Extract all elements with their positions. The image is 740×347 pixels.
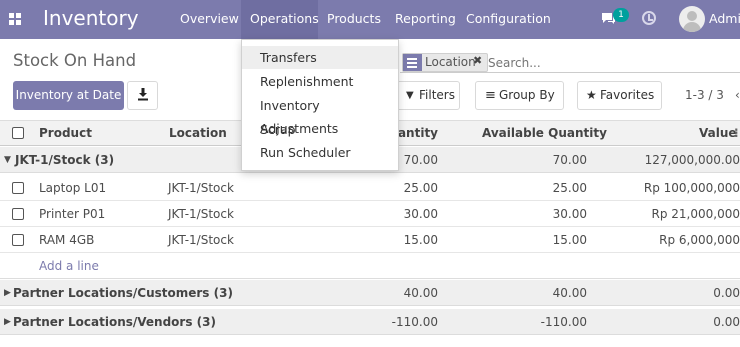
filter-icon: ▼ — [406, 90, 414, 101]
column-available-quantity[interactable]: Available Quantity — [482, 126, 607, 140]
table-row[interactable]: Printer P01 JKT-1/Stock 30.00 30.00 Rp 2… — [0, 201, 740, 227]
group-value: 0.00 — [713, 315, 740, 329]
menu-item-scrap[interactable]: Scrap — [242, 118, 398, 141]
group-row[interactable]: ▶ Partner Locations/Customers (3) 40.00 … — [0, 280, 740, 306]
download-icon — [138, 88, 148, 101]
value-amount: Rp 100,000,000 — [643, 181, 740, 195]
favorites-button[interactable]: ★ Favorites — [577, 81, 662, 110]
search-input[interactable] — [488, 54, 728, 71]
caret-right-icon: ▶ — [4, 317, 11, 327]
menu-configuration[interactable]: Configuration — [466, 0, 551, 39]
pager-prev-button[interactable]: ‹ — [735, 88, 740, 102]
app-name[interactable]: Inventory — [43, 6, 139, 30]
group-available: 70.00 — [552, 153, 587, 167]
column-options-icon[interactable]: ⁝ — [734, 126, 739, 140]
pager-value[interactable]: 1-3 / 3 — [685, 88, 724, 102]
group-quantity: 70.00 — [403, 153, 438, 167]
row-checkbox[interactable] — [12, 234, 24, 246]
apps-menu-icon[interactable] — [9, 13, 21, 25]
column-location[interactable]: Location — [169, 126, 227, 140]
menu-operations[interactable]: Operations — [241, 0, 319, 39]
value-amount: Rp 21,000,000 — [651, 207, 740, 221]
search-bar: Location ✖ — [400, 52, 740, 73]
menu-item-replenishment[interactable]: Replenishment — [242, 70, 398, 93]
menu-reporting[interactable]: Reporting — [395, 0, 456, 39]
group-value: 127,000,000.00 — [644, 153, 740, 167]
group-quantity: -110.00 — [391, 315, 438, 329]
group-quantity: 40.00 — [403, 286, 438, 300]
group-name: JKT-1/Stock (3) — [15, 153, 115, 167]
available-value: 15.00 — [552, 233, 587, 247]
filters-button[interactable]: ▼ Filters — [396, 81, 460, 110]
quantity-value: 15.00 — [403, 233, 438, 247]
group-by-facet-icon — [403, 54, 422, 71]
chat-count-badge: 1 — [613, 8, 629, 22]
row-checkbox[interactable] — [12, 208, 24, 220]
activity-clock-icon[interactable] — [642, 11, 656, 25]
operations-dropdown-menu: Transfers Replenishment Inventory Adjust… — [241, 39, 399, 171]
location-name: JKT-1/Stock — [168, 181, 234, 195]
product-name: RAM 4GB — [39, 233, 95, 247]
select-all-checkbox[interactable] — [12, 127, 24, 139]
add-line-row: Add a line — [0, 253, 740, 279]
caret-down-icon: ▼ — [4, 155, 11, 165]
download-button[interactable] — [127, 81, 158, 110]
group-name: Partner Locations/Vendors (3) — [13, 315, 216, 329]
facet-remove-icon[interactable]: ✖ — [473, 54, 482, 67]
group-name: Partner Locations/Customers (3) — [13, 286, 233, 300]
group-available: -110.00 — [540, 315, 587, 329]
menu-item-transfers[interactable]: Transfers — [242, 46, 398, 69]
filters-label: Filters — [419, 88, 455, 102]
group-by-button[interactable]: ≡ Group By — [475, 81, 564, 110]
group-by-icon: ≡ — [485, 88, 496, 103]
column-product[interactable]: Product — [39, 126, 92, 140]
location-facet: Location ✖ — [402, 53, 488, 72]
user-avatar[interactable] — [679, 6, 705, 32]
menu-item-run-scheduler[interactable]: Run Scheduler — [242, 141, 398, 164]
inventory-at-date-button[interactable]: Inventory at Date — [13, 81, 124, 110]
location-name: JKT-1/Stock — [168, 233, 234, 247]
group-by-label: Group By — [499, 88, 555, 102]
location-name: JKT-1/Stock — [168, 207, 234, 221]
row-checkbox[interactable] — [12, 182, 24, 194]
product-name: Laptop L01 — [39, 181, 107, 195]
menu-overview[interactable]: Overview — [180, 0, 239, 39]
available-value: 25.00 — [552, 181, 587, 195]
page-title: Stock On Hand — [13, 51, 137, 70]
group-available: 40.00 — [552, 286, 587, 300]
table-row[interactable]: RAM 4GB JKT-1/Stock 15.00 15.00 Rp 6,000… — [0, 227, 740, 253]
quantity-value: 30.00 — [403, 207, 438, 221]
menu-item-inventory-adjustments[interactable]: Inventory Adjustments — [242, 94, 398, 136]
value-amount: Rp 6,000,000 — [659, 233, 740, 247]
quantity-value: 25.00 — [403, 181, 438, 195]
user-name[interactable]: Admin — [709, 0, 740, 37]
top-navbar: Inventory Overview Operations Products R… — [0, 0, 740, 39]
group-value: 0.00 — [713, 286, 740, 300]
menu-products[interactable]: Products — [327, 0, 381, 39]
add-line-link[interactable]: Add a line — [39, 259, 99, 273]
available-value: 30.00 — [552, 207, 587, 221]
table-row[interactable]: Laptop L01 JKT-1/Stock 25.00 25.00 Rp 10… — [0, 175, 740, 201]
caret-right-icon: ▶ — [4, 288, 11, 298]
column-value[interactable]: Value — [699, 126, 737, 140]
product-name: Printer P01 — [39, 207, 106, 221]
facet-label: Location — [425, 55, 476, 69]
star-icon: ★ — [586, 88, 597, 102]
favorites-label: Favorites — [600, 88, 655, 102]
group-row[interactable]: ▶ Partner Locations/Vendors (3) -110.00 … — [0, 309, 740, 335]
